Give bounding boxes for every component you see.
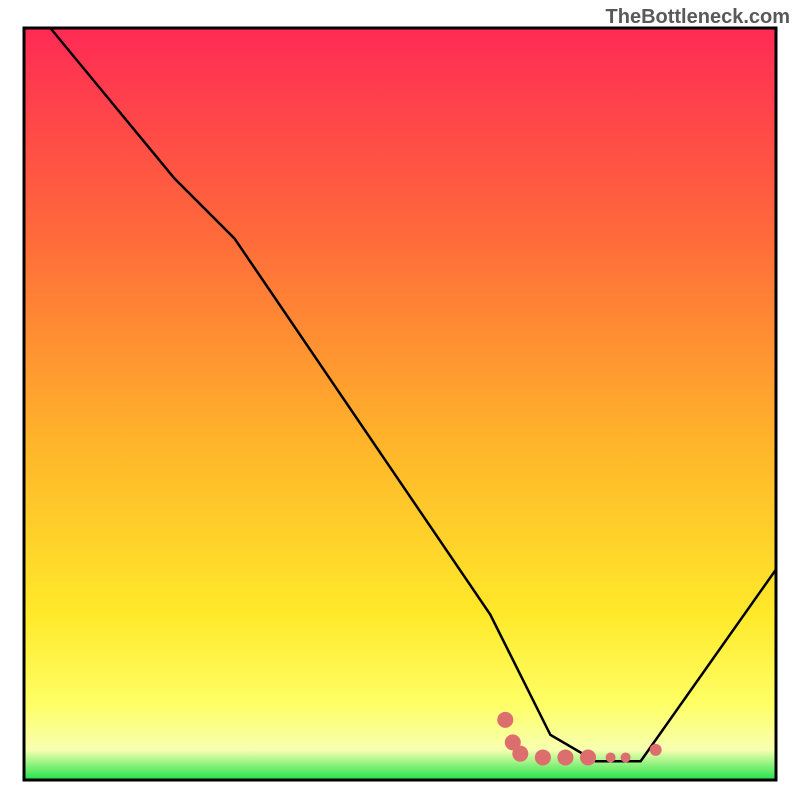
marker-dot bbox=[535, 749, 551, 765]
marker-dot bbox=[497, 712, 513, 728]
marker-dot bbox=[621, 752, 631, 762]
bottleneck-chart bbox=[0, 0, 800, 800]
brand-label: TheBottleneck.com bbox=[606, 6, 790, 29]
marker-dot bbox=[606, 752, 616, 762]
marker-dot bbox=[650, 744, 662, 756]
marker-dot bbox=[580, 749, 596, 765]
marker-dot bbox=[557, 749, 573, 765]
marker-dot bbox=[512, 746, 528, 762]
gradient-background bbox=[24, 28, 776, 780]
